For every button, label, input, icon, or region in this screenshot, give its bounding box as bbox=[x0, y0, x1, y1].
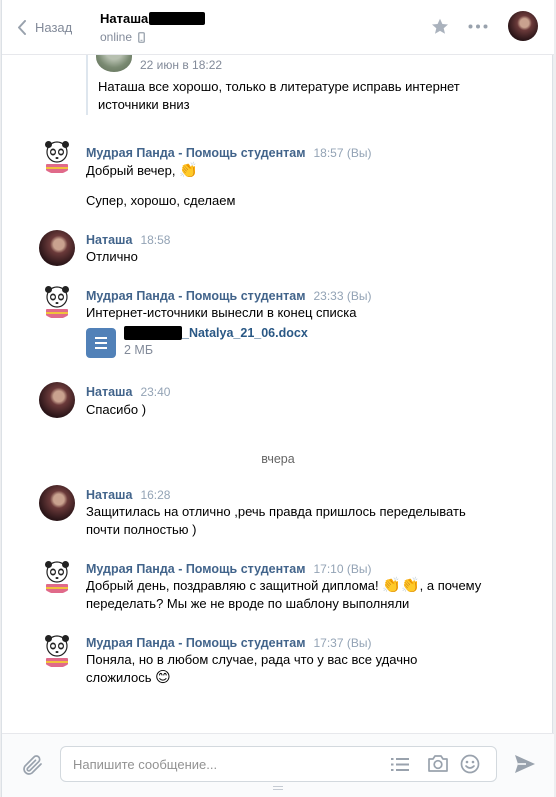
peer-status: online bbox=[100, 30, 145, 44]
sender-name[interactable]: Наташа bbox=[86, 233, 132, 247]
clapping-hands-emoji: 👏 bbox=[179, 162, 198, 179]
message-text: Поняла, но в любом случае, рада что у ва… bbox=[86, 652, 418, 686]
peer-avatar[interactable] bbox=[39, 485, 75, 521]
message-input[interactable] bbox=[73, 755, 383, 773]
message-header: Мудрая Панда - Помощь студентам 18:57 (В… bbox=[86, 146, 371, 160]
peer-avatar[interactable] bbox=[39, 382, 75, 418]
send-arrow-icon[interactable] bbox=[514, 754, 536, 774]
message-header: Наташа 18:58 bbox=[86, 233, 170, 247]
message-text: Защитилась на отлично ,речь правда пришл… bbox=[86, 504, 466, 537]
message-time[interactable]: 16:28 bbox=[140, 488, 170, 502]
message-time[interactable]: 23:33 (Вы) bbox=[313, 289, 371, 303]
document-icon[interactable] bbox=[86, 328, 116, 358]
clapping-hands-emoji: 👏👏 bbox=[382, 577, 420, 594]
panda-icon bbox=[45, 635, 69, 667]
panda-icon bbox=[45, 561, 69, 593]
message-text: Отлично bbox=[86, 249, 138, 264]
message-text: Добрый день, поздравляю с защитной дипло… bbox=[86, 577, 482, 611]
chat-window: Назад Наташа online 22 июн в 18:22 Наташ… bbox=[1, 0, 554, 797]
chevron-left-icon bbox=[18, 19, 26, 35]
redacted-surname bbox=[149, 12, 206, 25]
resize-handle[interactable] bbox=[273, 786, 283, 790]
message-text: Спасибо ) bbox=[86, 402, 147, 417]
back-button[interactable]: Назад bbox=[17, 16, 72, 38]
back-label: Назад bbox=[35, 19, 73, 35]
sender-name[interactable]: Мудрая Панда - Помощь студентам bbox=[86, 562, 305, 576]
sender-name[interactable]: Наташа bbox=[86, 385, 132, 399]
smiling-face-emoji: 😊 bbox=[155, 669, 171, 686]
panda-icon bbox=[45, 141, 69, 173]
sender-name[interactable]: Мудрая Панда - Помощь студентам bbox=[86, 289, 305, 303]
message-header: Мудрая Панда - Помощь студентам 17:37 (В… bbox=[86, 636, 371, 650]
message-time[interactable]: 23:40 bbox=[140, 385, 170, 399]
message-text: Интернет-источники вынесли в конец списк… bbox=[86, 305, 357, 320]
panda-icon bbox=[45, 286, 69, 318]
sender-name[interactable]: Мудрая Панда - Помощь студентам bbox=[86, 146, 305, 160]
panda-avatar[interactable] bbox=[39, 632, 75, 668]
redacted-filename bbox=[124, 326, 182, 340]
list-icon[interactable] bbox=[391, 757, 409, 772]
message-header: Мудрая Панда - Помощь студентам 17:10 (В… bbox=[86, 562, 371, 576]
message-time[interactable]: 18:58 bbox=[140, 233, 170, 247]
star-icon[interactable] bbox=[431, 18, 449, 35]
quote-text: Наташа все хорошо, только в литературе и… bbox=[98, 79, 460, 112]
panda-avatar[interactable] bbox=[39, 558, 75, 594]
panda-avatar[interactable] bbox=[39, 138, 75, 174]
peer-avatar[interactable] bbox=[39, 230, 75, 266]
panda-avatar[interactable] bbox=[39, 283, 75, 319]
message-text: Добрый вечер, 👏 bbox=[86, 162, 198, 179]
phone-icon bbox=[138, 31, 145, 43]
day-separator: вчера bbox=[261, 452, 295, 466]
message-header: Наташа 23:40 bbox=[86, 385, 170, 399]
smiley-icon[interactable] bbox=[460, 754, 480, 774]
sender-name[interactable]: Мудрая Панда - Помощь студентам bbox=[86, 636, 305, 650]
message-header: Наташа 16:28 bbox=[86, 488, 170, 502]
sender-name[interactable]: Наташа bbox=[86, 488, 132, 502]
message-input-wrapper bbox=[60, 746, 497, 782]
message-time[interactable]: 18:57 (Вы) bbox=[313, 146, 371, 160]
ellipsis-icon[interactable] bbox=[468, 24, 488, 29]
message-time[interactable]: 17:10 (Вы) bbox=[313, 562, 371, 576]
peer-name[interactable]: Наташа bbox=[100, 11, 206, 26]
camera-icon[interactable] bbox=[427, 754, 449, 773]
attachment-size: 2 МБ bbox=[124, 343, 154, 357]
message-time[interactable]: 17:37 (Вы) bbox=[313, 636, 371, 650]
attachment-name[interactable]: _Natalya_21_06.docx bbox=[124, 326, 308, 340]
message-text: Супер, хорошо, сделаем bbox=[86, 193, 236, 208]
quote-time: 22 июн в 18:22 bbox=[140, 58, 223, 72]
peer-avatar[interactable] bbox=[508, 11, 538, 41]
paperclip-icon[interactable] bbox=[22, 754, 44, 778]
message-header: Мудрая Панда - Помощь студентам 23:33 (В… bbox=[86, 289, 371, 303]
chat-header: Назад Наташа online bbox=[2, 0, 554, 55]
